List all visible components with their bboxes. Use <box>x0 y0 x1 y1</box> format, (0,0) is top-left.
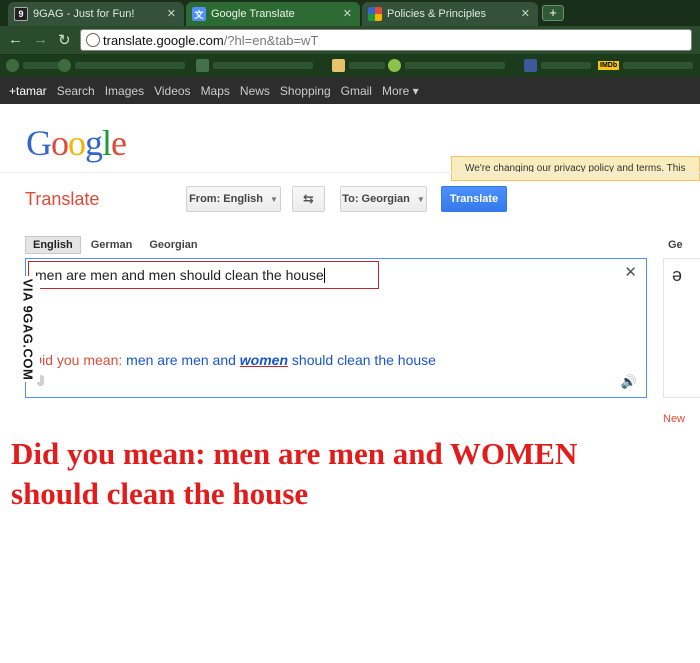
output-language-tab[interactable]: Ge <box>668 239 683 251</box>
bookmark-icon <box>6 59 19 72</box>
9gag-watermark: VIA 9GAG.COM <box>16 276 40 382</box>
suggestion-before: men are men and <box>126 352 236 368</box>
9gag-icon: 9 <box>14 7 28 21</box>
to-language-dropdown[interactable]: To: Georgian ▼ <box>340 186 427 212</box>
suggestion-after: should clean the house <box>291 352 436 368</box>
swap-languages-button[interactable]: ⇆ <box>292 186 325 212</box>
source-text-value: men are men and men should clean the hou… <box>35 267 324 283</box>
caption-line-2: should clean the house <box>11 476 309 511</box>
from-language-dropdown[interactable]: From: English ▼ <box>186 186 281 212</box>
gbar-item-news[interactable]: News <box>240 84 270 98</box>
privacy-notice: We're changing our privacy policy and te… <box>451 156 700 181</box>
from-language-label: From: English <box>189 193 264 205</box>
android-icon <box>388 59 401 72</box>
bookmark-folder[interactable] <box>332 58 385 73</box>
chevron-down-icon: ▼ <box>270 194 278 204</box>
tab-google-translate[interactable]: 文 Google Translate ✕ <box>186 2 360 26</box>
did-you-mean-suggestion[interactable]: men are men and women should clean the h… <box>126 352 436 368</box>
gbar-item-maps[interactable]: Maps <box>201 84 230 98</box>
browser-chrome: 9 9GAG - Just for Fun! ✕ 文 Google Transl… <box>0 0 700 77</box>
logo-letter: G <box>26 123 52 163</box>
meme-caption: Did you mean: men are men and WOMEN shou… <box>11 434 671 514</box>
close-tab-icon[interactable]: ✕ <box>343 7 352 20</box>
tab-title: 9GAG - Just for Fun! <box>33 8 135 20</box>
speaker-icon[interactable]: 🔊 <box>621 374 637 390</box>
bookmark-icon <box>196 59 209 72</box>
source-language-tabs: English German Georgian <box>25 236 208 254</box>
new-link[interactable]: New <box>663 413 685 425</box>
tab-georgian[interactable]: Georgian <box>142 237 204 253</box>
watermark-text: VIA 9GAG.COM <box>20 278 36 380</box>
close-tab-icon[interactable]: ✕ <box>521 7 530 20</box>
bookmark-icon <box>58 59 71 72</box>
folder-icon <box>332 59 345 72</box>
logo-letter: o <box>68 123 86 163</box>
gbar-item-images[interactable]: Images <box>105 84 144 98</box>
source-text-input[interactable]: men are men and men should clean the hou… <box>28 261 379 289</box>
bookmark-item[interactable] <box>196 58 313 73</box>
text-cursor <box>323 268 325 283</box>
forward-arrow-icon[interactable]: → <box>33 31 48 48</box>
gbar-item-gmail[interactable]: Gmail <box>341 84 372 98</box>
google-icon <box>368 7 382 21</box>
page-info-icon[interactable] <box>86 33 100 47</box>
address-bar[interactable]: translate.google.com/?hl=en&tab=wT <box>80 29 692 51</box>
gbar-item-search[interactable]: Search <box>57 84 95 98</box>
tab-english[interactable]: English <box>25 236 81 254</box>
source-text-area[interactable]: men are men and men should clean the hou… <box>25 258 647 398</box>
bookmarks-bar: IMDb <box>0 54 700 77</box>
reload-icon[interactable]: ↻ <box>58 31 71 49</box>
browser-toolbar: ← → ↻ translate.google.com/?hl=en&tab=wT <box>0 26 700 54</box>
tab-policies[interactable]: Policies & Principles ✕ <box>362 2 538 26</box>
header-divider <box>0 172 700 173</box>
tab-strip: 9 9GAG - Just for Fun! ✕ 文 Google Transl… <box>0 0 700 26</box>
gbar-item-profile[interactable]: +tamar <box>9 84 47 98</box>
new-tab-button[interactable]: + <box>542 5 564 21</box>
translate-button[interactable]: Translate <box>441 186 507 212</box>
tab-9gag[interactable]: 9 9GAG - Just for Fun! ✕ <box>8 2 184 26</box>
gbar-item-shopping[interactable]: Shopping <box>280 84 331 98</box>
bookmark-item[interactable]: IMDb <box>598 58 694 73</box>
back-arrow-icon[interactable]: ← <box>8 31 23 48</box>
tab-german[interactable]: German <box>84 237 140 253</box>
translate-title: Translate <box>25 189 100 209</box>
did-you-mean-label: Did you mean: <box>32 352 123 368</box>
bookmark-item[interactable] <box>524 58 591 73</box>
logo-letter: g <box>85 123 103 163</box>
to-language-label: To: Georgian <box>342 193 410 205</box>
url-path: /?hl=en&tab=wT <box>223 32 319 48</box>
google-translate-icon: 文 <box>192 7 206 21</box>
clear-text-icon[interactable]: ✕ <box>624 263 637 281</box>
logo-letter: l <box>102 123 112 163</box>
bookmark-item[interactable] <box>6 58 63 73</box>
google-bar: +tamar Search Images Videos Maps News Sh… <box>0 77 700 104</box>
bookmark-item[interactable] <box>58 58 185 73</box>
translation-output-text: ə <box>672 265 683 285</box>
swap-icon: ⇆ <box>303 191 314 206</box>
suggestion-highlight: women <box>239 352 289 368</box>
gbar-item-videos[interactable]: Videos <box>154 84 190 98</box>
gbar-item-more[interactable]: More ▾ <box>382 84 419 98</box>
chevron-down-icon: ▼ <box>416 194 425 204</box>
tab-title: Google Translate <box>211 8 295 20</box>
did-you-mean: Did you mean: men are men and women shou… <box>32 352 436 368</box>
tab-title: Policies & Principles <box>387 8 487 20</box>
caption-line-1: Did you mean: men are men and WOMEN <box>11 436 578 471</box>
url-host: translate.google.com <box>103 32 224 48</box>
close-tab-icon[interactable]: ✕ <box>167 7 176 20</box>
facebook-icon <box>524 59 537 72</box>
imdb-icon: IMDb <box>598 61 620 70</box>
logo-letter: o <box>51 123 69 163</box>
bookmark-item[interactable] <box>388 58 505 73</box>
google-logo[interactable]: Google <box>26 122 127 164</box>
logo-letter: e <box>111 123 127 163</box>
